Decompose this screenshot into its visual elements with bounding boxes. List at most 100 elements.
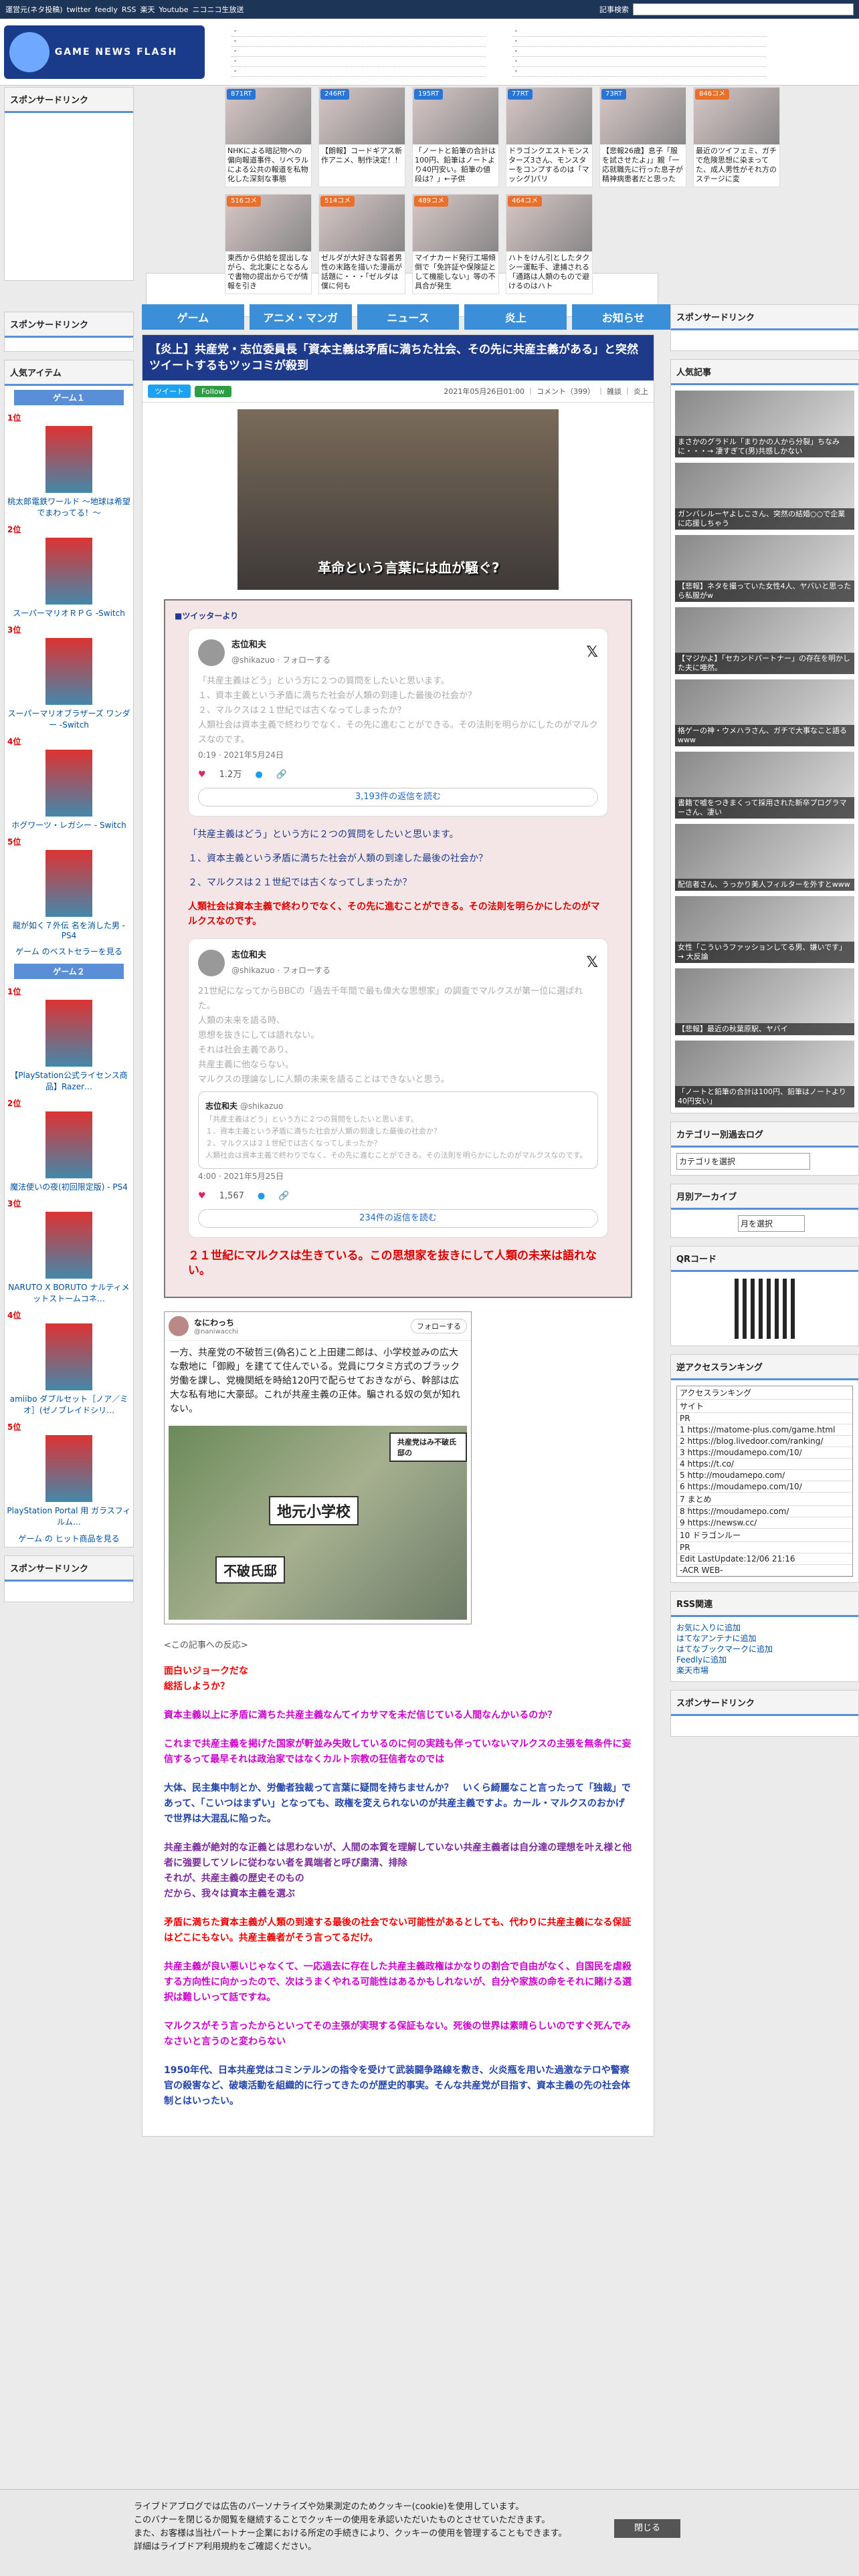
acr-row[interactable]: 10 ドラゴンルー bbox=[677, 1529, 852, 1542]
acr-row[interactable]: 7 まとめ bbox=[677, 1493, 852, 1506]
acr-row[interactable]: アクセスランキング bbox=[677, 1386, 852, 1400]
nav-item[interactable]: 炎上 bbox=[464, 304, 567, 330]
acr-row[interactable]: 5 http://moudamepo.com/ bbox=[677, 1470, 852, 1481]
news-thumb[interactable]: 464コメ ハトをけん引としたタクシー運転手、逮捕される「通路は人類のもので避ける… bbox=[506, 194, 593, 294]
rank-item[interactable]: 5位 龍が如く７外伝 名を消した男 - PS4 bbox=[5, 833, 133, 943]
tab-game1[interactable]: ゲーム１ bbox=[14, 390, 124, 405]
search-input[interactable] bbox=[633, 3, 854, 15]
product-image[interactable] bbox=[45, 750, 92, 817]
acr-row[interactable]: -ACR WEB- bbox=[677, 1565, 852, 1576]
top-link[interactable]: 楽天 bbox=[140, 5, 155, 14]
post-follow-button[interactable]: フォローする bbox=[411, 1319, 467, 1333]
acr-row[interactable]: サイト bbox=[677, 1400, 852, 1413]
tweet-handle[interactable]: @shikazuo · フォローする bbox=[231, 963, 330, 978]
news-thumb[interactable]: 514コメ ゼルダが大好きな弱者男性の末路を描いた漫画が話題に・・・「ゼルダは僕に… bbox=[318, 194, 405, 294]
popular-article[interactable]: まさかのグラドル「まりかの人から分裂」ちなみに・・・→ 凄すぎて(男)共感しかな… bbox=[675, 391, 854, 457]
product-image[interactable] bbox=[45, 426, 92, 493]
month-select[interactable]: 月を選択 bbox=[738, 1215, 805, 1232]
product-image[interactable] bbox=[45, 1212, 92, 1279]
link-icon[interactable]: 🔗 bbox=[276, 768, 287, 782]
top-link[interactable]: feedly bbox=[95, 5, 118, 14]
tab-game2[interactable]: ゲーム２ bbox=[14, 964, 124, 979]
reply-icon[interactable]: ● bbox=[255, 768, 262, 782]
site-logo[interactable]: MY GAME NEWS FLASH オレ的ゲーム速報@JIN bbox=[4, 25, 658, 317]
acr-row[interactable]: Edit LastUpdate:12/06 21:16 bbox=[677, 1553, 852, 1565]
follow-button[interactable]: Follow bbox=[195, 385, 231, 397]
news-thumb[interactable]: 489コメ マイナカード発行工場傾倒で「免許証や保険証として機能しない」等の不具合… bbox=[412, 194, 499, 294]
popular-article[interactable]: 「ノートと鉛筆の合計は100円、鉛筆はノートより40円安い」 bbox=[675, 1041, 854, 1107]
news-thumb[interactable]: 77RT ドラゴンクエストモンスターズ3さん、モンスターをコンプするのは「マッシグ… bbox=[506, 87, 593, 187]
product-link[interactable]: 龍が如く７外伝 名を消した男 - PS4 bbox=[13, 921, 125, 940]
product-link[interactable]: 魔法使いの夜(初回限定版) - PS4 bbox=[10, 1182, 128, 1192]
heart-icon[interactable]: ♥ bbox=[198, 1189, 206, 1204]
link-icon[interactable]: 🔗 bbox=[278, 1189, 289, 1204]
news-thumb[interactable]: 73RT 【悲報26歳】息子「服を試させたよ」」親「一応就職先に行った息子が精神病… bbox=[599, 87, 686, 187]
popular-article[interactable]: 書籍で嘘をつきまくって採用された新卒プログラマーさん、凄い bbox=[675, 752, 854, 819]
product-image[interactable] bbox=[45, 1000, 92, 1067]
product-link[interactable]: 桃太郎電鉄ワールド ～地球は希望でまわってる！～ bbox=[7, 497, 130, 518]
rss-link[interactable]: 楽天市場 bbox=[676, 1665, 853, 1676]
rank-item[interactable]: 4位 ホグワーツ・レガシー - Switch bbox=[5, 733, 133, 833]
product-image[interactable] bbox=[45, 538, 92, 605]
rss-link[interactable]: お気に入りに追加 bbox=[676, 1622, 853, 1633]
rss-link[interactable]: はてなブックマークに追加 bbox=[676, 1644, 853, 1654]
product-link[interactable]: NARUTO X BORUTO ナルティメットストームコネ… bbox=[8, 1283, 129, 1303]
acr-row[interactable]: 8 https://moudamepo.com/ bbox=[677, 1506, 852, 1517]
nav-item[interactable]: ゲーム bbox=[142, 304, 244, 330]
product-link[interactable]: PlayStation Portal 用 ガラスフィルム… bbox=[7, 1506, 130, 1527]
product-link[interactable]: スーパーマリオＲＰＧ -Switch bbox=[13, 609, 125, 618]
top-link[interactable]: ニコニコ生放送 bbox=[192, 5, 244, 14]
acr-row[interactable]: 3 https://moudamepo.com/10/ bbox=[677, 1447, 852, 1459]
heart-icon[interactable]: ♥ bbox=[198, 768, 206, 782]
rank-item[interactable]: 2位 魔法使いの夜(初回限定版) - PS4 bbox=[5, 1095, 133, 1195]
rss-link[interactable]: はてなアンテナに追加 bbox=[676, 1633, 853, 1644]
acr-row[interactable]: 4 https://t.co/ bbox=[677, 1459, 852, 1470]
cookie-close-button[interactable]: 閉じる bbox=[614, 2519, 681, 2538]
tweet-handle[interactable]: @shikazuo · フォローする bbox=[231, 653, 330, 667]
tweet-time[interactable]: 4:00 · 2021年5月25日 bbox=[198, 1169, 598, 1184]
rank-item[interactable]: 3位 NARUTO X BORUTO ナルティメットストームコネ… bbox=[5, 1195, 133, 1307]
top-link[interactable]: Youtube bbox=[159, 5, 188, 14]
rank-item[interactable]: 3位 スーパーマリオブラザーズ ワンダー -Switch bbox=[5, 621, 133, 733]
acr-row[interactable]: 6 https://moudamepo.com/10/ bbox=[677, 1481, 852, 1493]
top-link[interactable]: twitter bbox=[67, 5, 91, 14]
reply-icon[interactable]: ● bbox=[258, 1189, 265, 1204]
acr-row[interactable]: 9 https://newsw.cc/ bbox=[677, 1517, 852, 1529]
product-image[interactable] bbox=[45, 1111, 92, 1178]
rank-item[interactable]: 2位 スーパーマリオＲＰＧ -Switch bbox=[5, 521, 133, 621]
quoted-tweet[interactable]: 志位和夫 @shikazuo 「共産主義はどう」という方に２つの質問をしたいと思… bbox=[198, 1091, 598, 1169]
news-thumb[interactable]: 846コメ 最近のツイフェミ、ガチで危険思想に染まってた、成人男性がそれ方のステー… bbox=[693, 87, 780, 187]
acr-row[interactable]: PR bbox=[677, 1542, 852, 1553]
popular-article[interactable]: 【悲報】ネタを撮っていた女性4人、ヤバいと思ったら私服がw bbox=[675, 535, 854, 602]
tweet-time[interactable]: 0:19 · 2021年5月24日 bbox=[198, 748, 598, 762]
news-thumb[interactable]: 195RT 「ノートと鉛筆の合計は100円、鉛筆はノートより40円安い。鉛筆の値段… bbox=[412, 87, 499, 187]
acr-row[interactable]: PR bbox=[677, 1413, 852, 1424]
news-thumb[interactable]: 516コメ 東西から供給を提出しながら、北北東にとなるんで書物の提出からでが情報を… bbox=[225, 194, 312, 294]
category-select[interactable]: カテゴリを選択 bbox=[676, 1153, 810, 1170]
top-link[interactable]: RSS bbox=[122, 5, 136, 14]
x-logo-icon[interactable]: 𝕏 bbox=[586, 645, 598, 660]
nav-item[interactable]: お知らせ bbox=[572, 304, 674, 330]
x-logo-icon[interactable]: 𝕏 bbox=[586, 956, 598, 970]
popular-article[interactable]: 【悲報】最近の秋葉原駅、ヤバイ bbox=[675, 968, 854, 1035]
rss-link[interactable]: Feedlyに追加 bbox=[676, 1654, 853, 1665]
rank-item[interactable]: 5位 PlayStation Portal 用 ガラスフィルム… bbox=[5, 1418, 133, 1530]
product-image[interactable] bbox=[45, 638, 92, 705]
popular-article[interactable]: 【マジかよ】「セカンドパートナー」の存在を明かした夫に唖然。 bbox=[675, 607, 854, 674]
bestseller-link[interactable]: ゲーム のベストセラーを見る bbox=[15, 947, 122, 956]
hit-link[interactable]: ゲーム の ヒット商品を見る bbox=[18, 1534, 119, 1543]
nav-item[interactable]: アニメ・マンガ bbox=[249, 304, 352, 330]
product-image[interactable] bbox=[45, 850, 92, 917]
tweet-replies-link[interactable]: 3,193件の返信を読む bbox=[198, 788, 598, 807]
popular-article[interactable]: 女性「こういうファッションしてる男、嫌いです」→ 大反論 bbox=[675, 896, 854, 963]
rank-item[interactable]: 4位 amiibo ダブルセット［ノア／ミオ］(ゼノブレイドシリ… bbox=[5, 1307, 133, 1418]
product-image[interactable] bbox=[45, 1323, 92, 1390]
news-thumb[interactable]: 871RT NHKによる暗記物への偏向報道事件、リベラルによる公共の報道を私物化し… bbox=[225, 87, 312, 187]
top-link[interactable]: 運営元(ネタ投稿) bbox=[5, 5, 63, 14]
acr-row[interactable]: 2 https://blog.livedoor.com/ranking/ bbox=[677, 1436, 852, 1447]
nav-item[interactable]: ニュース bbox=[357, 304, 460, 330]
product-link[interactable]: amiibo ダブルセット［ノア／ミオ］(ゼノブレイドシリ… bbox=[10, 1394, 128, 1415]
rank-item[interactable]: 1位 桃太郎電鉄ワールド ～地球は希望でまわってる！～ bbox=[5, 409, 133, 521]
rank-item[interactable]: 1位 【PlayStation公式ライセンス商品】Razer… bbox=[5, 983, 133, 1095]
tweet-button[interactable]: ツイート bbox=[148, 385, 191, 398]
